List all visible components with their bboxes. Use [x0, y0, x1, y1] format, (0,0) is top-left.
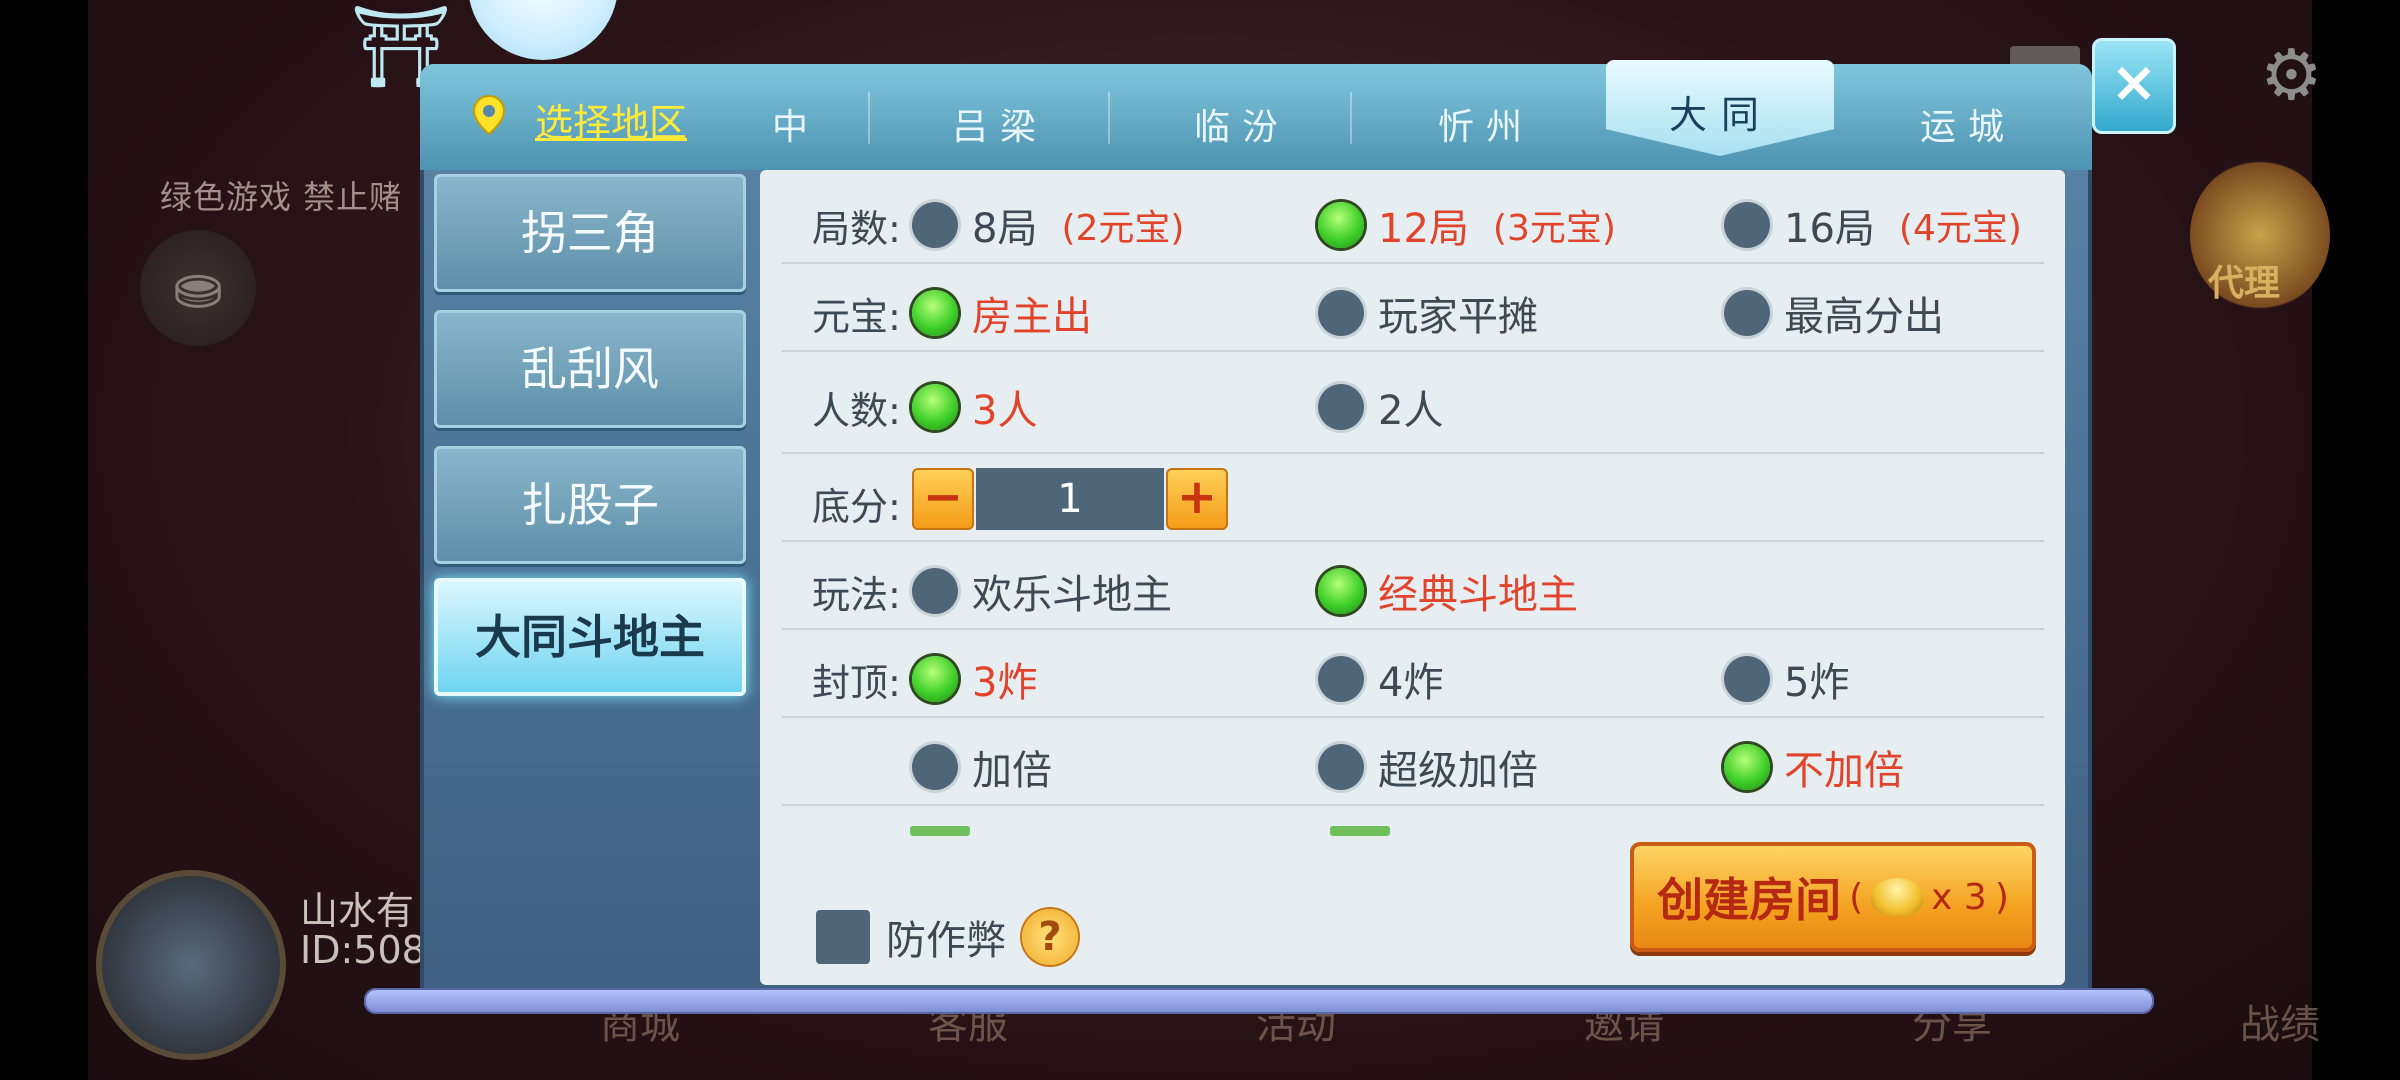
game-luanguafeng[interactable]: 乱刮风: [434, 310, 746, 428]
tab-lvliang[interactable]: 吕梁: [952, 98, 1048, 150]
payment-label: 元宝:: [812, 295, 901, 339]
radio-off[interactable]: [912, 744, 958, 790]
radio-off[interactable]: [1724, 656, 1770, 702]
mode-option-classic[interactable]: 经典斗地主: [1318, 562, 1578, 620]
cap-label: 封顶:: [812, 661, 901, 705]
players-option-3[interactable]: 3人: [912, 378, 1037, 436]
radio-off[interactable]: [1318, 744, 1364, 790]
radio-on[interactable]: [1318, 202, 1364, 248]
player-name: 山水有: [300, 889, 415, 933]
select-region-link[interactable]: 选择地区: [535, 92, 687, 147]
radio-off[interactable]: [912, 202, 958, 248]
game-guaisanjiao[interactable]: 拐三角: [434, 174, 746, 292]
players-row: 人数: 3人 2人: [782, 352, 2044, 454]
mode-row: 玩法: 欢乐斗地主 经典斗地主: [782, 542, 2044, 630]
player-id: ID:508: [300, 928, 426, 972]
base-score-stepper: − 1 +: [912, 468, 1228, 530]
help-icon[interactable]: ?: [1022, 909, 1078, 965]
payment-option-split[interactable]: 玩家平摊: [1318, 284, 1538, 342]
nav-record[interactable]: 战绩: [2240, 992, 2320, 1050]
radio-off[interactable]: [1318, 656, 1364, 702]
base-score-label: 底分:: [812, 485, 901, 529]
tab-datong-label: 大同: [1668, 93, 1773, 137]
radio-off[interactable]: [1724, 290, 1770, 336]
tab-yuncheng[interactable]: 运城: [1920, 98, 2016, 150]
payment-option-host[interactable]: 房主出: [912, 284, 1092, 342]
create-room-button[interactable]: 创建房间 ( x 3 ): [1630, 842, 2036, 952]
location-pin-icon: [472, 94, 506, 136]
cap-row: 封顶: 3炸 4炸 5炸: [782, 630, 2044, 718]
notice-text: 绿色游戏 禁止赌: [160, 178, 403, 216]
cap-option-4[interactable]: 4炸: [1318, 650, 1443, 708]
rounds-option-12[interactable]: 12局 (3元宝): [1318, 196, 1616, 254]
create-room-cost: x 3: [1931, 876, 1987, 918]
player-avatar[interactable]: [96, 870, 286, 1060]
rounds-option-16[interactable]: 16局 (4元宝): [1724, 196, 2022, 254]
anti-cheat-checkbox[interactable]: [816, 910, 870, 964]
checkbox-edge: [910, 826, 970, 836]
stamp-icon: ⛂: [140, 230, 256, 346]
players-option-2[interactable]: 2人: [1318, 378, 1443, 436]
double-option-none[interactable]: 不加倍: [1724, 738, 1904, 796]
base-score-value: 1: [976, 468, 1164, 530]
cap-option-3[interactable]: 3炸: [912, 650, 1037, 708]
radio-on[interactable]: [1318, 568, 1364, 614]
game-zhaguzi[interactable]: 扎股子: [434, 446, 746, 564]
game-datong-doudizhu[interactable]: 大同斗地主: [434, 578, 746, 696]
radio-off[interactable]: [1318, 290, 1364, 336]
tab-xinzhou[interactable]: 忻州: [1438, 98, 1534, 150]
rounds-option-8[interactable]: 8局 (2元宝): [912, 196, 1184, 254]
tab-divider: [1108, 92, 1110, 144]
tab-zhong[interactable]: 中: [772, 98, 820, 150]
anti-cheat-label: 防作弊: [886, 918, 1006, 964]
increment-button[interactable]: +: [1166, 468, 1228, 530]
mode-option-happy[interactable]: 欢乐斗地主: [912, 562, 1172, 620]
rounds-label: 局数:: [812, 207, 901, 251]
tab-divider: [1350, 92, 1352, 144]
checkbox-edge: [1330, 826, 1390, 836]
players-label: 人数:: [812, 389, 901, 433]
base-score-row: 底分: − 1 +: [782, 454, 2044, 542]
radio-on[interactable]: [1724, 744, 1770, 790]
cap-option-5[interactable]: 5炸: [1724, 650, 1849, 708]
radio-off[interactable]: [1318, 384, 1364, 430]
scrolled-option-row: [910, 826, 1610, 836]
radio-on[interactable]: [912, 290, 958, 336]
radio-on[interactable]: [912, 656, 958, 702]
gold-ingot-icon: [1871, 878, 1924, 916]
radio-off[interactable]: [912, 568, 958, 614]
anti-cheat-option[interactable]: 防作弊 ?: [816, 908, 1078, 966]
payment-option-winner[interactable]: 最高分出: [1724, 284, 1944, 342]
tab-linfen[interactable]: 临汾: [1194, 98, 1290, 150]
dialog-bottom-rail: [364, 988, 2154, 1014]
payment-row: 元宝: 房主出 玩家平摊 最高分出: [782, 264, 2044, 352]
double-option-super[interactable]: 超级加倍: [1318, 738, 1538, 796]
gear-icon[interactable]: ⚙: [2260, 34, 2323, 116]
region-tab-bar: 选择地区 中 吕梁 临汾 忻州 大同 运城: [420, 60, 2092, 170]
agent-label: 代理: [2208, 263, 2281, 304]
radio-on[interactable]: [912, 384, 958, 430]
double-option-double[interactable]: 加倍: [912, 738, 1052, 796]
double-row: 加倍 超级加倍 不加倍: [782, 718, 2044, 806]
create-room-label: 创建房间: [1657, 873, 1842, 927]
radio-off[interactable]: [1724, 202, 1770, 248]
close-button[interactable]: ×: [2092, 38, 2176, 134]
rounds-row: 局数: 8局 (2元宝) 12局 (3元宝) 16局 (4元宝): [782, 176, 2044, 264]
mode-label: 玩法:: [812, 573, 901, 617]
tab-divider: [868, 92, 870, 144]
decrement-button[interactable]: −: [912, 468, 974, 530]
